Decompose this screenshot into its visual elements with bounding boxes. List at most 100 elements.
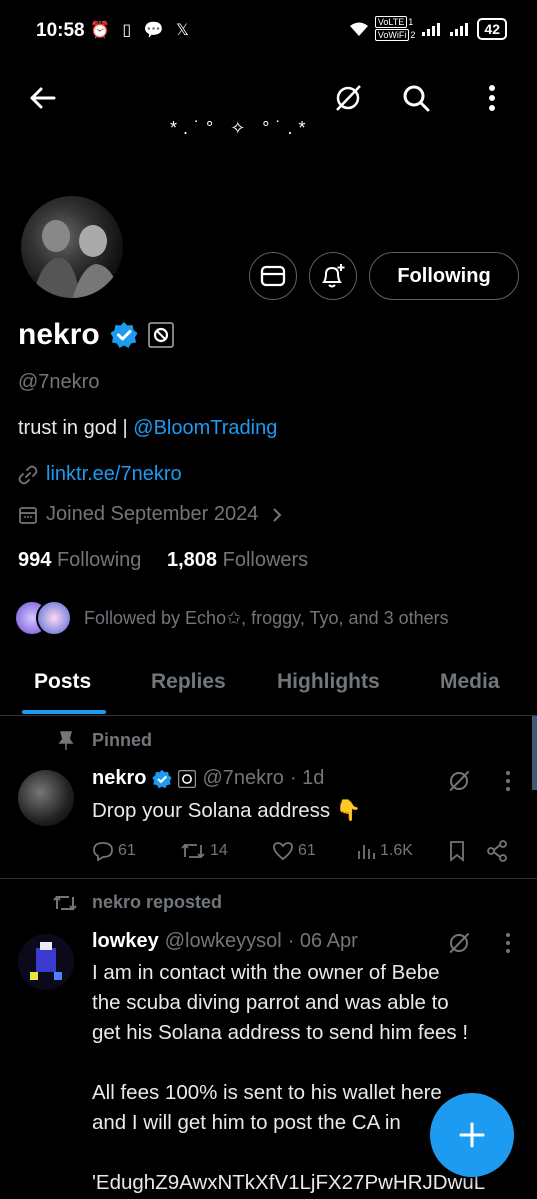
following-label: Following xyxy=(56,549,142,571)
more-vertical-icon xyxy=(506,933,510,953)
reply-count: 61 xyxy=(118,842,136,859)
tab-replies[interactable]: Replies xyxy=(151,670,226,694)
scrollbar[interactable] xyxy=(532,716,537,790)
bio-text: trust in god | xyxy=(18,417,134,439)
followed-by-avatars xyxy=(14,600,72,636)
post-more-button[interactable] xyxy=(496,766,520,796)
followed-by-row[interactable]: Followed by Echo✩, froggy, Tyo, and 3 ot… xyxy=(14,600,449,636)
following-button[interactable]: Following xyxy=(369,252,519,300)
profile-tabs: Posts Replies Highlights Media xyxy=(0,660,537,716)
following-count: 994 xyxy=(18,549,52,571)
more-button[interactable] xyxy=(472,78,512,118)
grok-button[interactable] xyxy=(328,78,368,118)
message-button[interactable] xyxy=(249,252,297,300)
post-avatar[interactable] xyxy=(18,770,74,826)
post-actions: 61 14 61 1.6K xyxy=(92,840,512,862)
sim1-label: 1 xyxy=(408,17,414,27)
post-avatar[interactable] xyxy=(18,934,74,990)
affiliate-badge-icon xyxy=(178,769,197,788)
back-button[interactable] xyxy=(22,78,62,118)
reposted-label: nekro reposted xyxy=(92,892,223,912)
chevron-right-icon xyxy=(272,507,282,523)
verified-badge-icon xyxy=(110,321,138,349)
post-author[interactable]: lowkey xyxy=(92,930,159,953)
views-button[interactable]: 1.6K xyxy=(356,841,448,861)
views-icon xyxy=(358,845,375,859)
following-stat[interactable]: 994 Following xyxy=(18,549,141,571)
like-button[interactable]: 61 xyxy=(272,841,356,861)
post-line: the scuba diving parrot and was able to xyxy=(92,991,449,1014)
followed-by-text: Followed by Echo✩, froggy, Tyo, and 3 ot… xyxy=(84,607,449,628)
post-time: · 06 Apr xyxy=(287,930,358,952)
repost-icon xyxy=(52,893,78,913)
profile-name-row: nekro xyxy=(18,318,174,352)
affiliate-badge-icon[interactable] xyxy=(147,322,174,348)
repost-context: nekro reposted xyxy=(52,892,222,913)
bookmark-icon xyxy=(450,841,464,862)
post-author[interactable]: nekro xyxy=(92,767,146,790)
joined-date: Joined September 2024 xyxy=(46,503,259,525)
status-bar: 10:58 ⏰ ▯ 💬 𝕏 VoLTE 1 VoWiFi 2 42 xyxy=(0,0,537,62)
tab-posts[interactable]: Posts xyxy=(34,670,91,694)
post-line: I am in contact with the owner of Bebe xyxy=(92,961,440,984)
grok-icon xyxy=(449,932,470,954)
more-vertical-icon xyxy=(506,771,510,791)
repost-button[interactable]: 14 xyxy=(180,841,272,861)
post-handle: @7nekro xyxy=(202,767,284,789)
tab-highlights[interactable]: Highlights xyxy=(277,670,380,694)
reply-button[interactable]: 61 xyxy=(92,841,180,861)
post-header: nekro @7nekro · 1d xyxy=(92,767,324,790)
status-right-icons: VoLTE 1 VoWiFi 2 42 xyxy=(349,16,507,41)
active-tab-indicator xyxy=(22,710,106,714)
bookmark-button[interactable] xyxy=(448,840,486,862)
profile-stats: 994 Following 1,808 Followers xyxy=(18,549,308,572)
compose-button[interactable] xyxy=(430,1093,514,1177)
followers-stat[interactable]: 1,808 Followers xyxy=(167,549,308,571)
profile-name: nekro xyxy=(18,318,100,351)
follower-avatar xyxy=(36,600,72,636)
battery-indicator: 42 xyxy=(477,17,507,40)
wifi-icon xyxy=(349,21,369,37)
pin-icon xyxy=(58,730,74,751)
signal-icon xyxy=(421,21,443,37)
grok-icon xyxy=(449,770,470,792)
link-icon xyxy=(18,465,38,485)
post-divider xyxy=(0,878,537,879)
arrow-left-icon xyxy=(30,87,56,109)
post-more-button[interactable] xyxy=(496,928,520,958)
grok-post-button[interactable] xyxy=(444,928,474,958)
post-handle: @lowkeyysol xyxy=(164,930,282,952)
bio-mention-link[interactable]: @BloomTrading xyxy=(133,417,277,439)
share-button[interactable] xyxy=(486,840,508,862)
view-count: 1.6K xyxy=(380,842,413,859)
pinned-label: Pinned xyxy=(92,730,153,750)
sim2-label: 2 xyxy=(410,30,416,40)
envelope-icon xyxy=(260,265,286,287)
followers-label: Followers xyxy=(222,549,309,571)
profile-handle: @7nekro xyxy=(18,371,100,393)
post-header: lowkey @lowkeyysol · 06 Apr xyxy=(92,930,358,953)
vowifi-badge: VoWiFi xyxy=(374,29,410,41)
signal-icon-2 xyxy=(449,21,471,37)
verified-badge-icon xyxy=(152,769,173,789)
profile-joined-row[interactable]: Joined September 2024 xyxy=(18,503,282,526)
repost-count: 14 xyxy=(210,842,228,859)
grok-icon xyxy=(336,85,361,111)
banner-decoration: *.˙° ✧ °˙.* xyxy=(170,118,312,138)
notify-button[interactable] xyxy=(309,252,357,300)
status-time: 10:58 xyxy=(36,20,85,41)
notification-icons: ⏰ ▯ 💬 𝕏 xyxy=(90,22,193,39)
search-button[interactable] xyxy=(396,78,436,118)
post-line xyxy=(92,1048,532,1078)
calendar-icon xyxy=(18,505,38,525)
heart-icon xyxy=(273,842,293,861)
grok-post-button[interactable] xyxy=(444,766,474,796)
bell-plus-icon xyxy=(322,264,345,288)
profile-avatar[interactable] xyxy=(18,193,126,301)
post-time: · 1d xyxy=(289,767,325,789)
post-text: Drop your Solana address 👇 xyxy=(92,799,362,822)
website-link[interactable]: linktr.ee/7nekro xyxy=(46,463,182,486)
search-icon xyxy=(403,85,430,112)
post-line: get his Solana address to send him fees … xyxy=(92,1021,469,1044)
tab-media[interactable]: Media xyxy=(440,670,500,694)
